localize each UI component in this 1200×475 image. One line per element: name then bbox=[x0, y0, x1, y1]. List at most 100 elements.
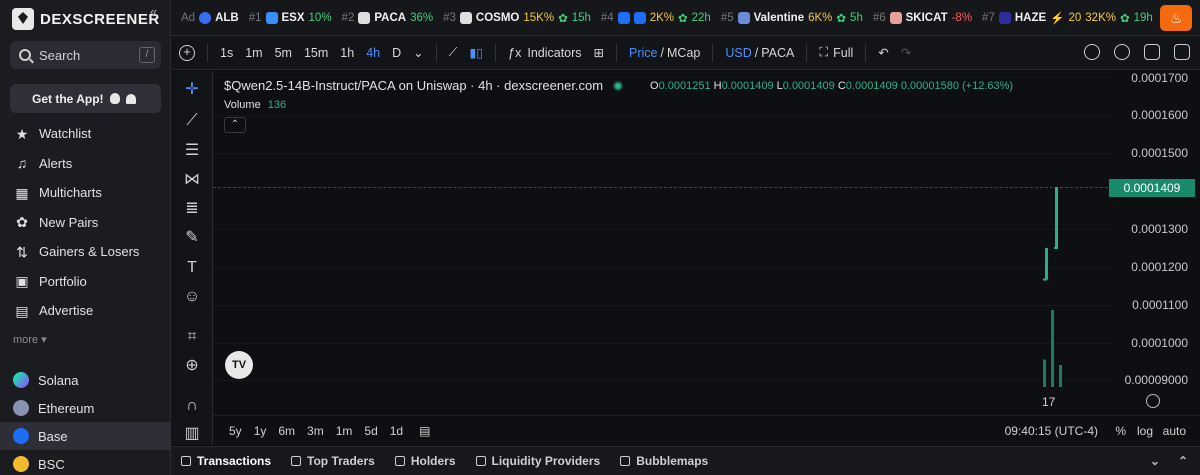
percent-toggle[interactable]: % bbox=[1115, 424, 1126, 438]
trend-line-icon[interactable]: ⟋ bbox=[182, 111, 202, 131]
ad-label: Ad bbox=[181, 11, 196, 24]
log-toggle[interactable]: log bbox=[1137, 424, 1153, 438]
date-range-icon[interactable]: ▤ bbox=[419, 424, 430, 438]
sidebar-item-new-pairs[interactable]: ✿ New Pairs bbox=[0, 208, 171, 238]
sidebar-item-watchlist[interactable]: ★ Watchlist bbox=[0, 119, 171, 149]
tab-transactions[interactable]: Transactions bbox=[181, 454, 271, 468]
price-axis[interactable]: 0.0001700 0.0001600 0.0001500 0.0001300 … bbox=[1109, 71, 1200, 389]
get-app-button[interactable]: Get the App! bbox=[10, 84, 161, 113]
mcap-toggle[interactable]: MCap bbox=[667, 46, 700, 60]
alb-token-icon bbox=[199, 11, 212, 24]
token-icon bbox=[633, 11, 646, 24]
settings-icon[interactable] bbox=[1114, 44, 1130, 60]
undo-icon[interactable]: ↶ bbox=[878, 45, 888, 60]
tradingview-logo[interactable]: TV bbox=[225, 351, 253, 379]
price-toggle[interactable]: Price bbox=[629, 46, 657, 60]
add-symbol-icon[interactable]: + bbox=[179, 44, 195, 61]
magnet-icon[interactable]: ∩ bbox=[182, 396, 202, 416]
horizontal-lines-icon[interactable]: ☰ bbox=[182, 141, 202, 161]
pattern-icon[interactable]: ⋈ bbox=[182, 170, 202, 190]
clock-time[interactable]: 09:40:15 (UTC-4) bbox=[1005, 424, 1098, 438]
time-tick: 17 bbox=[1042, 395, 1056, 409]
ruler-icon[interactable]: ⌗ bbox=[182, 327, 202, 347]
axis-settings-icon[interactable] bbox=[1146, 394, 1160, 408]
tab-holders[interactable]: Holders bbox=[394, 454, 456, 468]
candle-body[interactable] bbox=[1045, 247, 1048, 280]
more-button[interactable]: more ▾ bbox=[13, 333, 47, 346]
auto-toggle[interactable]: auto bbox=[1163, 424, 1186, 438]
candles-icon[interactable]: ▮▯ bbox=[469, 45, 483, 60]
ticker-item[interactable]: #4 2K% ✿ 22h bbox=[601, 11, 711, 25]
candle-body[interactable] bbox=[1055, 187, 1058, 248]
quick-search-icon[interactable] bbox=[1084, 44, 1100, 60]
interval-5m[interactable]: 5m bbox=[275, 46, 292, 60]
camera-icon[interactable] bbox=[1174, 44, 1190, 60]
interval-1h[interactable]: 1h bbox=[340, 46, 354, 60]
range-1d[interactable]: 1d bbox=[390, 424, 403, 438]
trash-icon[interactable]: ▥ bbox=[182, 424, 202, 444]
zoom-in-icon[interactable]: ⊕ bbox=[182, 356, 202, 376]
indicators-icon[interactable]: ƒx bbox=[508, 46, 521, 60]
paca-toggle[interactable]: PACA bbox=[761, 46, 794, 60]
usd-toggle[interactable]: USD bbox=[725, 46, 751, 60]
ticker-age: 22h bbox=[691, 11, 711, 24]
chevron-down-icon[interactable]: ⌄ bbox=[413, 45, 423, 60]
interval-1s[interactable]: 1s bbox=[220, 46, 233, 60]
collapse-panel-icon[interactable]: ⌄ bbox=[1150, 454, 1160, 468]
range-6m[interactable]: 6m bbox=[278, 424, 295, 438]
sidebar-item-multicharts[interactable]: ▦ Multicharts bbox=[0, 178, 171, 208]
fullscreen-toggle-icon[interactable] bbox=[1144, 44, 1160, 60]
logo[interactable]: DEXSCREENER bbox=[12, 8, 160, 30]
ticker-item[interactable]: #5 Valentine 6K% ✿ 5h bbox=[721, 11, 863, 25]
range-1m[interactable]: 1m bbox=[336, 424, 353, 438]
price-chart[interactable]: $Qwen2.5-14B-Instruct/PACA on Uniswap · … bbox=[213, 71, 1113, 389]
ticker-item[interactable]: #7 HAZE ⚡ 20 32K% ✿ 19h bbox=[982, 11, 1153, 25]
line-chart-icon[interactable]: ⟋ bbox=[449, 45, 458, 60]
tab-top-traders[interactable]: Top Traders bbox=[291, 454, 375, 468]
expand-panel-icon[interactable]: ⌃ bbox=[1178, 454, 1188, 468]
sidebar-item-portfolio[interactable]: ▣ Portfolio bbox=[0, 267, 171, 297]
range-3m[interactable]: 3m bbox=[307, 424, 324, 438]
trending-fire-button[interactable]: ♨ bbox=[1160, 5, 1192, 31]
sidebar-item-advertise[interactable]: ▤ Advertise bbox=[0, 296, 171, 326]
divider bbox=[435, 43, 437, 62]
tab-liquidity-providers[interactable]: Liquidity Providers bbox=[475, 454, 600, 468]
ticker-item[interactable]: #3 COSMO 15K% ✿ 15h bbox=[443, 11, 591, 25]
interval-d[interactable]: D bbox=[392, 46, 401, 60]
range-bar: 5y 1y 6m 3m 1m 5d 1d ▤ 09:40:15 (UTC-4) … bbox=[213, 415, 1200, 445]
interval-4h[interactable]: 4h bbox=[366, 46, 380, 60]
redo-icon[interactable]: ↷ bbox=[901, 45, 911, 60]
crosshair-icon[interactable]: ✛ bbox=[182, 80, 202, 100]
ticker-item[interactable]: #2 PACA 36% bbox=[342, 11, 433, 24]
range-1y[interactable]: 1y bbox=[254, 424, 267, 438]
chain-item-ethereum[interactable]: Ethereum bbox=[0, 394, 171, 422]
indicators-button[interactable]: Indicators bbox=[527, 46, 581, 60]
emoji-icon[interactable]: ☺ bbox=[182, 287, 202, 307]
layout-icon[interactable]: ⊞ bbox=[594, 45, 604, 60]
interval-1m[interactable]: 1m bbox=[245, 46, 262, 60]
brush-icon[interactable]: ✎ bbox=[182, 228, 202, 248]
sidebar-item-gainers-losers[interactable]: ⇅ Gainers & Losers bbox=[0, 237, 171, 267]
sidebar-item-alerts[interactable]: ♫ Alerts bbox=[0, 149, 171, 179]
sidebar-item-label: Multicharts bbox=[39, 185, 102, 201]
text-icon[interactable]: T bbox=[182, 258, 202, 278]
range-5d[interactable]: 5d bbox=[364, 424, 377, 438]
time-axis[interactable]: 17 bbox=[213, 389, 1200, 415]
base-icon bbox=[13, 428, 29, 444]
collapse-sidebar-icon[interactable]: « bbox=[150, 4, 157, 19]
ticker-ad[interactable]: Ad ALB bbox=[181, 11, 239, 24]
interval-15m[interactable]: 15m bbox=[304, 46, 328, 60]
chain-item-base[interactable]: Base bbox=[0, 422, 171, 450]
sidebar-item-label: New Pairs bbox=[39, 214, 99, 230]
search-button[interactable]: Search / bbox=[10, 41, 161, 69]
ticker-item[interactable]: #1 ESX 10% bbox=[249, 11, 332, 24]
sidebar-nav: ★ Watchlist ♫ Alerts ▦ Multicharts ✿ New Pai… bbox=[0, 119, 171, 326]
fib-icon[interactable]: ≣ bbox=[182, 199, 202, 219]
ticker-item[interactable]: #6 SKICAT -8% bbox=[873, 11, 972, 24]
range-5y[interactable]: 5y bbox=[229, 424, 242, 438]
chain-item-bsc[interactable]: BSC bbox=[0, 450, 171, 475]
fullscreen-icon[interactable]: ⛶ bbox=[819, 45, 828, 60]
full-button[interactable]: Full bbox=[833, 46, 853, 60]
tab-bubblemaps[interactable]: Bubblemaps bbox=[620, 454, 708, 468]
chain-item-solana[interactable]: Solana bbox=[0, 366, 171, 394]
